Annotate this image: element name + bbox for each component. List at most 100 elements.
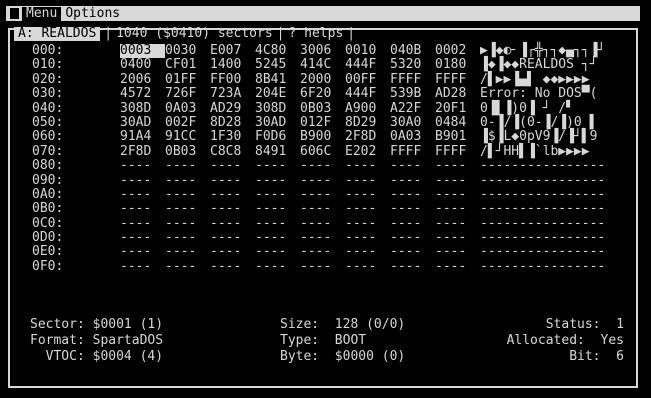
hex-word[interactable]: 012F [300, 115, 345, 130]
hex-word[interactable]: ---- [390, 202, 435, 216]
hex-word[interactable]: ---- [435, 259, 480, 274]
hex-row[interactable]: 030: 4572 726F 723A 204E 6F20 444F 539B AD28 Erro… [32, 86, 644, 101]
hex-word[interactable]: ---- [345, 259, 390, 274]
hex-word[interactable]: E202 [345, 144, 390, 159]
ascii-column[interactable]: ---------------- [480, 216, 644, 231]
hex-word[interactable]: ---- [165, 202, 210, 216]
hex-word[interactable]: 040B [390, 43, 435, 58]
hex-word[interactable]: FFFF [435, 72, 480, 87]
hex-word[interactable]: ---- [210, 216, 255, 231]
hex-word[interactable]: ---- [165, 158, 210, 173]
hex-word[interactable]: 539B [390, 86, 435, 101]
hex-dump[interactable]: 000: 0003 0030 E007 4C80 3006 0010 040B 0002 ▶▐◆◐… [32, 43, 644, 274]
hex-row[interactable]: 0A0: ---- ---- ---- ---- ---- ---- ---- ---- ----… [32, 187, 644, 202]
hex-word[interactable]: ---- [435, 173, 480, 188]
hex-word[interactable]: ---- [255, 245, 300, 259]
hex-row[interactable]: 0B0: ---- ---- ---- ---- ---- ---- ---- ---- ----… [32, 202, 644, 216]
hex-word[interactable]: 8B41 [255, 72, 300, 87]
hex-word[interactable]: 5320 [390, 58, 435, 72]
hex-word[interactable]: ---- [435, 187, 480, 202]
hex-word[interactable]: ---- [300, 216, 345, 231]
hex-word[interactable]: E007 [210, 43, 255, 58]
hex-word[interactable]: 4C80 [255, 43, 300, 58]
hex-word[interactable]: FFFF [390, 144, 435, 159]
hex-word[interactable]: ---- [300, 158, 345, 173]
hex-word[interactable]: 723A [210, 86, 255, 101]
hex-word[interactable]: ---- [165, 245, 210, 259]
hex-word[interactable]: ---- [300, 245, 345, 259]
hex-word[interactable]: ---- [435, 245, 480, 259]
hex-word[interactable]: 2F8D [345, 130, 390, 144]
hex-word[interactable]: ---- [390, 187, 435, 202]
menu-item-menu[interactable]: Menu [22, 6, 62, 21]
hex-word[interactable]: 0030 [165, 43, 210, 58]
hex-row[interactable]: 070: 2F8D 0B03 C8C8 8491 606C E202 FFFF FFFF/▌┘H… [32, 144, 644, 159]
hex-word[interactable]: 91CC [165, 130, 210, 144]
hex-word[interactable]: ---- [435, 158, 480, 173]
hex-word[interactable]: 414C [300, 58, 345, 72]
hex-word[interactable]: B901 [435, 130, 480, 144]
hex-word[interactable]: ---- [210, 158, 255, 173]
hex-word[interactable]: ---- [255, 202, 300, 216]
hex-word[interactable]: 0010 [345, 43, 390, 58]
hex-word[interactable]: 2006 [120, 72, 165, 87]
hex-word[interactable]: 8491 [255, 144, 300, 159]
hex-word[interactable]: B900 [300, 130, 345, 144]
hex-word[interactable]: ---- [300, 187, 345, 202]
hex-word[interactable]: ---- [120, 259, 165, 274]
hex-word[interactable]: 606C [300, 144, 345, 159]
hex-word[interactable]: ---- [390, 173, 435, 188]
ascii-column[interactable]: 0▐▌▐)0▐ ┘ /▘ [480, 101, 644, 116]
hex-word[interactable]: 0002 [435, 43, 480, 58]
hex-word[interactable]: 8D28 [210, 115, 255, 130]
hex-word[interactable]: 0400 [120, 58, 165, 72]
hex-word[interactable]: 308D [255, 101, 300, 116]
ascii-column[interactable]: ▐$▐L◆0pV9▐/▐┘▌9 [480, 130, 644, 144]
hex-word[interactable]: 002F [165, 115, 210, 130]
hex-word[interactable]: ---- [165, 216, 210, 231]
hex-word[interactable]: 6F20 [300, 86, 345, 101]
hex-word[interactable]: 0B03 [165, 144, 210, 159]
hex-word[interactable]: 726F [165, 86, 210, 101]
hex-word[interactable]: ---- [300, 202, 345, 216]
ascii-column[interactable]: Error: No DOS▀( [480, 86, 644, 101]
drive-label[interactable]: A: REALDOS [14, 27, 101, 41]
hex-word[interactable]: ---- [210, 187, 255, 202]
hex-word[interactable]: CF01 [165, 58, 210, 72]
hex-word[interactable]: 30AD [255, 115, 300, 130]
hex-word[interactable]: 01FF [165, 72, 210, 87]
ascii-column[interactable]: ---------------- [480, 158, 644, 173]
ascii-column[interactable]: ---------------- [480, 230, 644, 245]
ascii-column[interactable]: ---------------- [480, 259, 644, 274]
hex-word[interactable]: ---- [300, 259, 345, 274]
hex-word[interactable]: ---- [120, 202, 165, 216]
hex-word[interactable]: ---- [390, 216, 435, 231]
hex-word[interactable]: 2000 [300, 72, 345, 87]
hex-word[interactable]: 308D [120, 101, 165, 116]
ascii-column[interactable]: ---------------- [480, 202, 644, 216]
hex-row[interactable]: 020: 2006 01FF FF00 8B41 2000 00FF FFFF FFFF/▌▶▶… [32, 72, 644, 87]
ascii-column[interactable]: /▌┘HH▌▐`lb▶▶▶▶ [480, 144, 644, 159]
hex-word[interactable]: ---- [345, 216, 390, 231]
hex-word[interactable]: ---- [120, 187, 165, 202]
hex-word[interactable]: FFFF [435, 144, 480, 159]
hex-word[interactable]: ---- [255, 187, 300, 202]
hex-word[interactable]: 0B03 [300, 101, 345, 116]
hex-word[interactable]: 1400 [210, 58, 255, 72]
hex-word[interactable]: ---- [120, 230, 165, 245]
hex-word[interactable]: ---- [300, 230, 345, 245]
hex-word[interactable]: 0484 [435, 115, 480, 130]
hex-word[interactable]: ---- [120, 158, 165, 173]
hex-word[interactable]: ---- [120, 216, 165, 231]
hex-word[interactable]: 8D29 [345, 115, 390, 130]
hex-word[interactable]: 0003 [120, 43, 165, 59]
hex-word[interactable]: C8C8 [210, 144, 255, 159]
hex-row[interactable]: 080: ---- ---- ---- ---- ---- ---- ---- ---- ----… [32, 158, 644, 173]
hex-word[interactable]: 2F8D [120, 144, 165, 159]
hex-word[interactable]: ---- [165, 187, 210, 202]
hex-word[interactable]: 30AD [120, 115, 165, 130]
hex-word[interactable]: ---- [390, 158, 435, 173]
hex-word[interactable]: ---- [210, 202, 255, 216]
hex-word[interactable]: ---- [210, 245, 255, 259]
hex-word[interactable]: ---- [435, 230, 480, 245]
